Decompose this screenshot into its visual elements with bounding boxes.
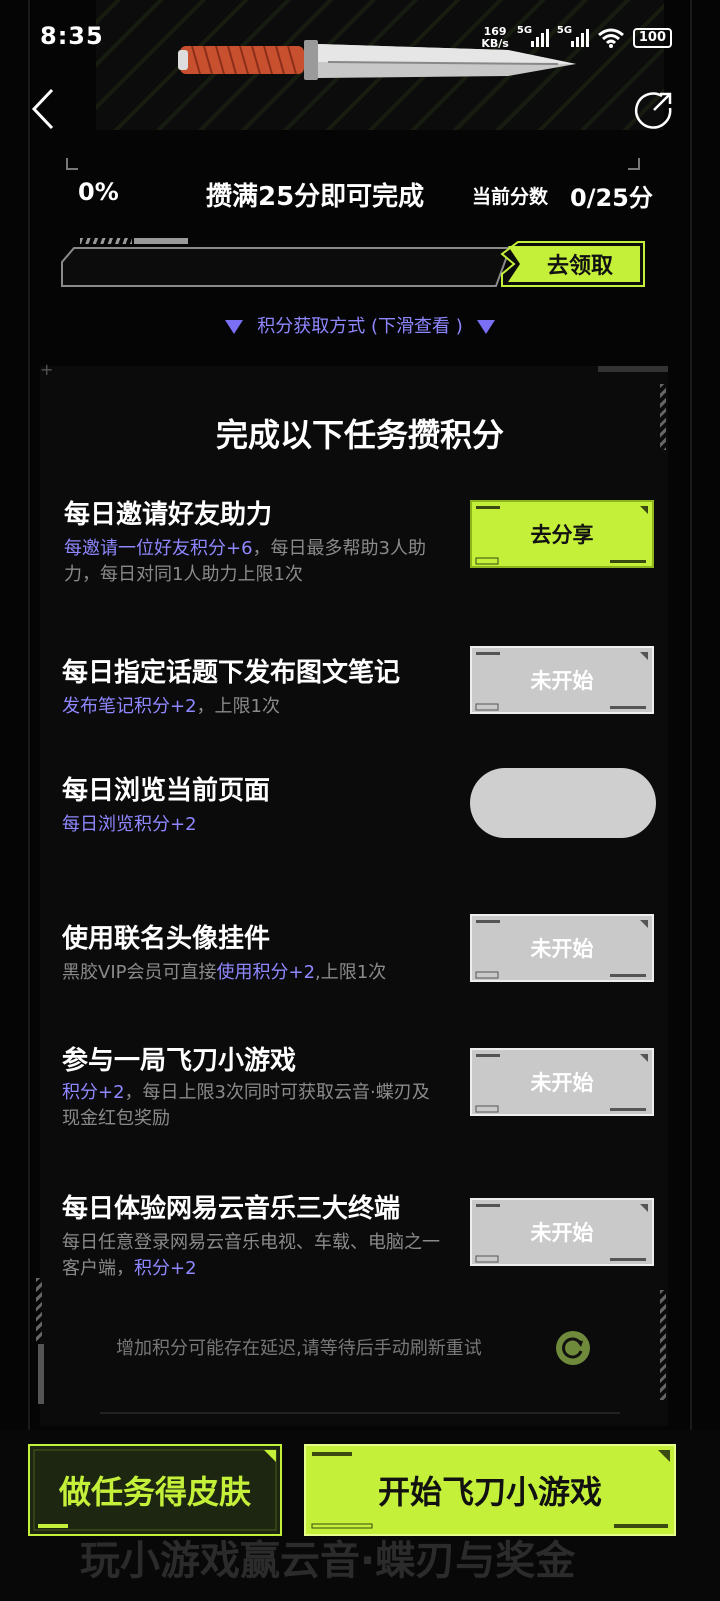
task-title: 参与一局飞刀小游戏 [62,1046,297,1076]
footer-note: 增加积分可能存在延迟,请等待后手动刷新重试 [116,1338,482,1359]
progress-percent: 0% [78,178,119,206]
stripe-decoration [660,1290,666,1400]
task-desc: 每日浏览积分+2 [62,814,197,835]
loading-pill-button[interactable] [470,768,656,838]
divider [100,1412,620,1414]
share-button[interactable]: 去分享 [470,500,654,568]
start-game-button-label: 开始飞刀小游戏 [377,1473,602,1511]
signal-icon: 5G [517,25,549,47]
bar-decoration [134,238,188,244]
wifi-icon [597,28,624,48]
score-value: 0/25分 [570,184,653,212]
panel-decoration [38,1344,44,1404]
task-title: 每日体验网易云音乐三大终端 [62,1194,401,1224]
not-started-button[interactable]: 未开始 [470,914,654,982]
back-arrow-icon[interactable] [28,86,72,132]
task-desc: 每日任意登录网易云音乐电视、车载、电脑之一客户端，积分+2 [62,1232,440,1279]
task-desc: 每邀请一位好友积分+6，每日最多帮助3人助力，每日对同1人助力上限1次 [64,538,426,585]
bar-decoration [80,238,132,244]
status-icons: 169 KB/s 5G 5G 100 [481,25,672,50]
points-hint[interactable]: 积分获取方式 (下滑查看 ) [0,312,720,338]
corner-mark [66,158,78,170]
status-time: 8:35 [40,22,104,50]
panel-title: 完成以下任务攒积分 [215,416,504,454]
net-speed: 169 KB/s [481,25,509,50]
refresh-icon[interactable] [556,1331,590,1365]
signal-icon-2: 5G [557,25,589,47]
not-started-button-label: 未开始 [530,937,594,961]
score-label: 当前分数 [472,186,549,208]
claim-button[interactable]: 去领取 [500,240,646,288]
corner-mark [628,158,640,170]
task-title: 每日浏览当前页面 [62,776,271,806]
skin-task-button[interactable]: 做任务得皮肤 [28,1444,282,1536]
task-title: 使用联名头像挂件 [62,924,271,954]
share-icon[interactable] [632,88,676,132]
triangle-down-icon [225,320,244,334]
bottom-ghost-text: 玩小游戏赢云音·蝶刃与奖金 [80,1538,576,1584]
task-title: 每日指定话题下发布图文笔记 [62,658,401,688]
not-started-button[interactable]: 未开始 [470,646,654,714]
battery-icon: 100 [632,28,672,48]
task-title: 每日邀请好友助力 [64,500,273,530]
not-started-button[interactable]: 未开始 [470,1048,654,1116]
not-started-button-label: 未开始 [530,1071,594,1095]
right-frame-edge [690,0,692,1601]
panel-decoration [598,366,668,372]
plus-mark: + [40,360,54,379]
skin-task-button-label: 做任务得皮肤 [58,1473,251,1511]
not-started-button-label: 未开始 [530,669,594,693]
not-started-button-label: 未开始 [530,1221,594,1245]
triangle-down-icon [476,320,495,334]
task-desc: 积分+2，每日上限3次同时可获取云音·蝶刃及现金红包奖励 [62,1082,430,1129]
task-desc: 黑胶VIP会员可直接使用积分+2,上限1次 [62,962,387,983]
left-frame-edge [28,0,30,1601]
progress-goal: 攒满25分即可完成 [206,182,425,212]
stripe-decoration [36,1278,42,1342]
claim-button-label: 去领取 [546,254,613,279]
share-button-label: 去分享 [530,523,594,547]
not-started-button[interactable]: 未开始 [470,1198,654,1266]
progress-bar [61,247,512,287]
start-game-button[interactable]: 开始飞刀小游戏 [304,1444,676,1536]
task-desc: 发布笔记积分+2，上限1次 [62,696,280,717]
